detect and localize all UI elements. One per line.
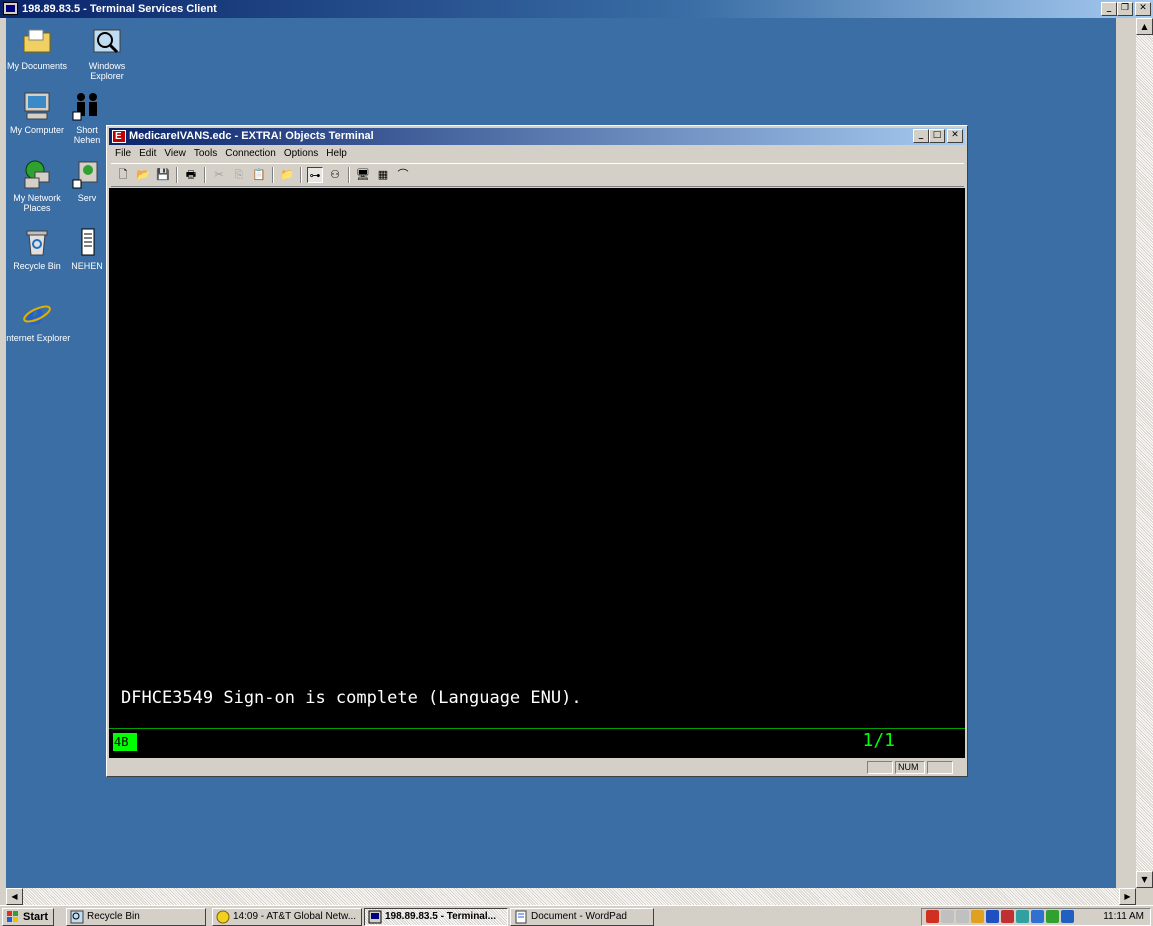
cursor-position: 1/1: [862, 730, 895, 751]
signon-message: DFHCE3549 Sign-on is complete (Language …: [121, 688, 582, 708]
oia-indicator-text: 4B: [114, 735, 129, 749]
close-button[interactable]: ✕: [1135, 2, 1151, 16]
start-button[interactable]: Start: [2, 908, 54, 926]
desktop-icon-serv[interactable]: Serv: [62, 158, 112, 203]
tray-satellite-icon[interactable]: [956, 910, 969, 923]
recycle-bin-icon: [21, 226, 53, 258]
tray-hand-icon[interactable]: [971, 910, 984, 923]
toolbar-separator: [300, 167, 302, 183]
horizontal-scrollbar[interactable]: ◀ ▶: [6, 888, 1136, 905]
desktop-icon-windows-explorer[interactable]: Windows Explorer: [72, 26, 142, 81]
terminal-screen[interactable]: DFHCE3549 Sign-on is complete (Language …: [109, 188, 965, 758]
taskbar-terminal-services[interactable]: 198.89.83.5 - Terminal...: [364, 908, 508, 926]
terminal-cursor: [128, 733, 137, 751]
tray-vpn-icon[interactable]: [1061, 910, 1074, 923]
folder-documents-icon: [21, 26, 53, 58]
network-shortcut-icon: [71, 158, 103, 190]
taskbar-clock[interactable]: 11:11 AM: [1103, 909, 1144, 925]
status-num: NUM: [895, 761, 925, 774]
scroll-left-arrow-icon[interactable]: ◀: [6, 888, 23, 905]
save-icon[interactable]: 💾: [155, 167, 171, 183]
terminal-maximize-button[interactable]: □: [929, 129, 945, 143]
terminal-close-button[interactable]: ✕: [947, 129, 963, 143]
explorer-window-icon: [70, 910, 84, 924]
tray-network-icon[interactable]: [986, 910, 999, 923]
tray-flag-icon[interactable]: [1001, 910, 1014, 923]
desktop-icon-my-documents[interactable]: My Documents: [6, 26, 72, 71]
system-tray: 11:11 AM: [921, 908, 1151, 926]
extra-app-icon[interactable]: [112, 128, 126, 145]
terminal-menubar: File Edit View Tools Connection Options …: [111, 146, 351, 162]
open-session-icon[interactable]: 📁: [279, 167, 295, 183]
terminal-toolbar: 🗋 📂 💾 🖶 ✂ ⎘ 📋 📁 ⊶ ⚇ 🖥 ▦ ⌒: [111, 163, 964, 187]
disconnect-icon[interactable]: ⚇: [327, 167, 343, 183]
desktop-icon-nehen[interactable]: NEHEN: [62, 226, 112, 271]
oia-indicator: 4B: [113, 733, 138, 751]
toolbar-separator: [272, 167, 274, 183]
vertical-scrollbar[interactable]: ▲ ▼: [1136, 18, 1153, 888]
terminal-services-icon[interactable]: [3, 2, 18, 15]
menu-tools[interactable]: Tools: [190, 146, 221, 162]
menu-file[interactable]: File: [111, 146, 135, 162]
menu-help[interactable]: Help: [322, 146, 351, 162]
print-icon[interactable]: 🖶: [183, 167, 199, 183]
terminal-display-icon[interactable]: 🖥: [355, 167, 371, 183]
macro-icon[interactable]: ⌒: [395, 167, 411, 183]
desktop-icon-shortcut-nehen[interactable]: Short Nehen: [62, 90, 112, 145]
taskbar-att-global-network[interactable]: 14:09 - AT&T Global Netw...: [212, 908, 362, 926]
start-label: Start: [23, 911, 49, 923]
computer-icon: [21, 90, 53, 122]
network-places-icon: [21, 158, 53, 190]
internet-explorer-icon: e: [21, 298, 53, 331]
minimize-button[interactable]: _: [1101, 2, 1117, 16]
att-smiley-icon: [216, 910, 230, 924]
tray-security-icon[interactable]: [926, 910, 939, 923]
menu-options[interactable]: Options: [280, 146, 322, 162]
document-icon: [71, 226, 103, 258]
tray-monitor-icon[interactable]: [1031, 910, 1044, 923]
toolbar-separator: [176, 167, 178, 183]
open-icon[interactable]: 📂: [135, 167, 151, 183]
screen-capture-icon[interactable]: ▦: [375, 167, 391, 183]
new-icon[interactable]: 🗋: [115, 167, 131, 183]
tray-volume-icon[interactable]: [1016, 910, 1029, 923]
scroll-down-arrow-icon[interactable]: ▼: [1136, 871, 1153, 888]
wordpad-icon: [514, 910, 528, 924]
extra-terminal-window[interactable]: MedicareIVANS.edc - EXTRA! Objects Termi…: [106, 125, 968, 777]
windows-explorer-icon: [91, 26, 123, 58]
taskbar-wordpad[interactable]: Document - WordPad: [510, 908, 654, 926]
terminal-titlebar[interactable]: MedicareIVANS.edc - EXTRA! Objects Termi…: [109, 128, 965, 145]
scroll-up-arrow-icon[interactable]: ▲: [1136, 18, 1153, 35]
shortcut-people-icon: [71, 90, 103, 122]
status-pane-empty: [927, 761, 953, 774]
menu-view[interactable]: View: [160, 146, 190, 162]
tray-satellite-icon[interactable]: [941, 910, 954, 923]
terminal-title: MedicareIVANS.edc - EXTRA! Objects Termi…: [129, 130, 374, 142]
connect-icon[interactable]: ⊶: [307, 167, 323, 183]
ts-client-title: 198.89.83.5 - Terminal Services Client: [22, 3, 217, 15]
desktop-icon-internet-explorer[interactable]: e Internet Explorer: [6, 298, 72, 343]
status-pane-empty: [867, 761, 893, 774]
restore-button[interactable]: ❐: [1117, 2, 1133, 16]
toolbar-separator: [348, 167, 350, 183]
terminal-minimize-button[interactable]: _: [913, 129, 929, 143]
terminal-statusbar: NUM: [109, 760, 965, 775]
taskbar: Start Recycle Bin 14:09 - AT&T Global Ne…: [0, 905, 1153, 926]
menu-connection[interactable]: Connection: [221, 146, 280, 162]
toolbar-separator: [204, 167, 206, 183]
copy-icon[interactable]: ⎘: [231, 167, 247, 183]
terminal-services-icon: [368, 910, 382, 924]
oia-divider: [109, 728, 965, 729]
tray-connection-icon[interactable]: [1046, 910, 1059, 923]
menu-edit[interactable]: Edit: [135, 146, 160, 162]
windows-logo-icon: [6, 910, 20, 924]
cut-icon[interactable]: ✂: [211, 167, 227, 183]
scroll-right-arrow-icon[interactable]: ▶: [1119, 888, 1136, 905]
ts-client-titlebar[interactable]: 198.89.83.5 - Terminal Services Client _…: [0, 0, 1153, 18]
paste-icon[interactable]: 📋: [251, 167, 267, 183]
scrollbar-corner: [1136, 888, 1153, 905]
taskbar-recycle-bin[interactable]: Recycle Bin: [66, 908, 206, 926]
